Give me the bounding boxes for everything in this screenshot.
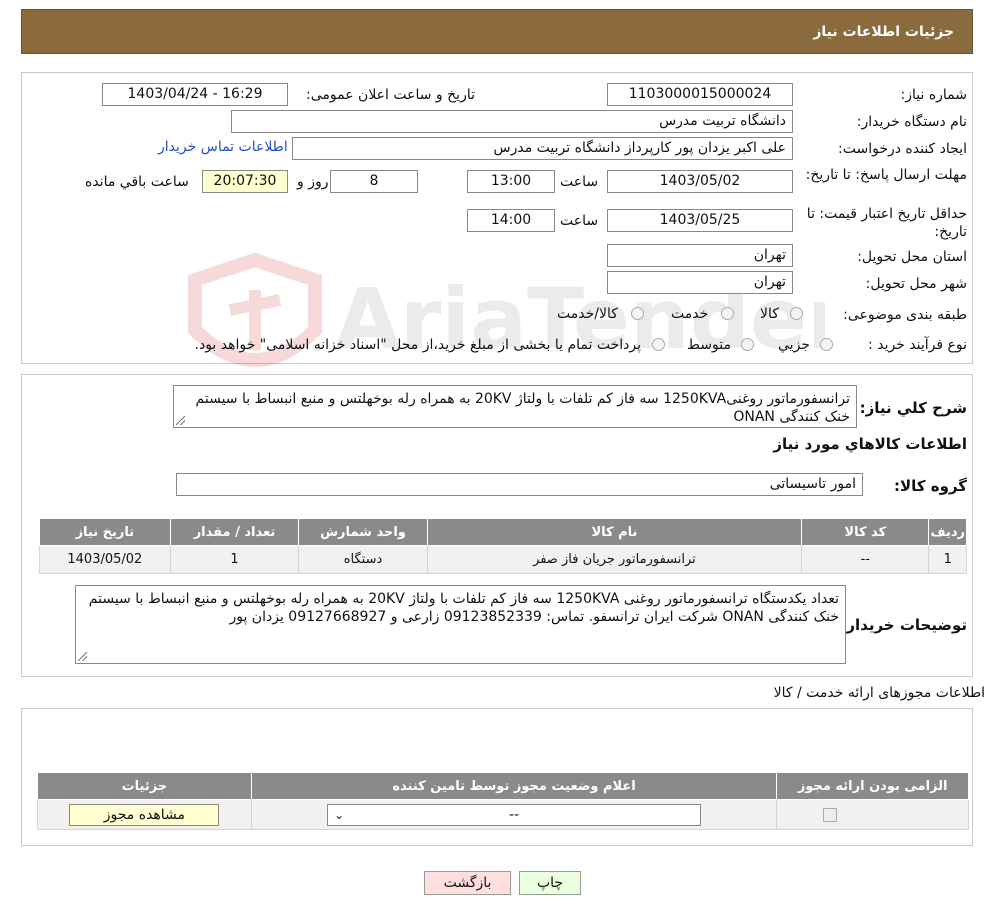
process-option-medium: متوسط: [687, 337, 731, 353]
deadline-time-field: 13:00: [467, 170, 555, 193]
goods-cell-row-number: 1: [928, 545, 967, 574]
city-field: تهران: [607, 271, 793, 294]
buyer-org-label: نام دستگاه خریدار:: [856, 114, 967, 130]
permits-heading: اطلاعات مجوزهای ارائه خدمت / کالا: [773, 685, 985, 701]
deadline-label: مهلت ارسال پاسخ: تا تاریخ:: [805, 167, 967, 183]
description-textarea[interactable]: ترانسفورماتور روغنی1250KVA سه فاز کم تلف…: [173, 385, 857, 428]
days-label: روز و: [297, 174, 329, 190]
deadline-time-label: ساعت: [560, 174, 599, 190]
chevron-down-icon: ⌄: [334, 807, 345, 822]
goods-header-need-date: تاریخ نیاز: [39, 518, 171, 546]
validity-time-field: 14:00: [467, 209, 555, 232]
goods-group-label: گروه کالا:: [894, 477, 967, 495]
permits-header-status: اعلام وضعیت مجوز توسط تامین کننده: [250, 772, 778, 800]
table-row: 1 -- ترانسفورماتور جریان فاز صفر دستگاه …: [39, 545, 967, 574]
goods-header-row-number: رديف: [928, 518, 967, 546]
province-field: تهران: [607, 244, 793, 267]
back-button[interactable]: بازگشت: [424, 871, 511, 895]
validity-date-field: 1403/05/25: [607, 209, 793, 232]
resize-grip-icon[interactable]: [78, 652, 87, 661]
description-label: شرح کلي نياز:: [859, 399, 967, 417]
goods-heading: اطلاعات کالاهاي مورد نياز: [773, 435, 967, 453]
goods-header-code: کد کالا: [801, 518, 930, 546]
table-row: -- ⌄ مشاهده مجوز: [37, 799, 969, 830]
category-radio-goods[interactable]: [790, 307, 803, 320]
permits-header-required: الزامی بودن ارائه مجوز: [776, 772, 969, 800]
goods-table: رديف کد کالا نام کالا واحد شمارش تعداد /…: [39, 518, 967, 574]
process-radio-medium[interactable]: [741, 338, 754, 351]
goods-header-quantity: تعداد / مقدار: [169, 518, 300, 546]
goods-cell-quantity: 1: [169, 545, 300, 574]
category-radio-goods-service[interactable]: [631, 307, 644, 320]
city-label: شهر محل تحویل:: [865, 276, 967, 292]
category-label: طبقه بندی موضوعی:: [843, 307, 967, 323]
permits-cell-required: [776, 799, 969, 830]
required-checkbox[interactable]: [822, 807, 837, 822]
goods-cell-need-date: 1403/05/02: [39, 545, 171, 574]
remaining-time-field: 20:07:30: [202, 170, 288, 193]
goods-header-name: نام کالا: [426, 518, 803, 546]
category-option-service: خدمت: [671, 306, 709, 322]
permits-cell-status: -- ⌄: [250, 799, 778, 830]
description-text: ترانسفورماتور روغنی1250KVA سه فاز کم تلف…: [195, 391, 850, 425]
announce-field: 1403/04/24 - 16:29: [102, 83, 288, 106]
remaining-label: ساعت باقي مانده: [85, 174, 189, 190]
announce-label: تاریخ و ساعت اعلان عمومی:: [306, 87, 475, 103]
creator-field: علی اکبر یزدان پور کارپرداز دانشگاه تربی…: [292, 137, 793, 160]
need-number-field: 1103000015000024: [607, 83, 793, 106]
goods-header-unit: واحد شمارش: [298, 518, 428, 546]
permits-cell-details: مشاهده مجوز: [37, 799, 252, 830]
buyer-notes-label: توضيحات خريدار:: [840, 616, 967, 634]
goods-cell-code: --: [801, 545, 930, 574]
validity-label: حداقل تاریخ اعتبار قیمت: تا تاریخ:: [806, 206, 967, 240]
process-label: نوع فرآیند خرید :: [868, 337, 967, 353]
process-note: پرداخت تمام یا بخشی از مبلغ خرید،از محل …: [194, 337, 641, 353]
process-radio-treasury[interactable]: [652, 338, 665, 351]
goods-cell-name: ترانسفورماتور جریان فاز صفر: [426, 545, 803, 574]
permits-table: الزامی بودن ارائه مجوز اعلام وضعیت مجوز …: [37, 772, 969, 830]
permit-status-select[interactable]: -- ⌄: [327, 803, 702, 826]
page-title: جزئیات اطلاعات نیاز: [21, 9, 973, 54]
days-field: 8: [330, 170, 418, 193]
creator-label: ایجاد کننده درخواست:: [838, 141, 967, 157]
permit-status-value: --: [509, 806, 520, 823]
category-option-goods: کالا: [760, 306, 779, 322]
process-radio-minor[interactable]: [820, 338, 833, 351]
goods-cell-unit: دستگاه: [298, 545, 428, 574]
category-option-goods-service: کالا/خدمت: [557, 306, 618, 322]
resize-grip-icon[interactable]: [176, 416, 185, 425]
validity-time-label: ساعت: [560, 213, 599, 229]
goods-group-field: امور تاسیساتی: [176, 473, 863, 496]
deadline-date-field: 1403/05/02: [607, 170, 793, 193]
permits-header-details: جزئیات: [37, 772, 252, 800]
buyer-contact-link[interactable]: اطلاعات تماس خریدار: [158, 139, 288, 155]
print-button[interactable]: چاپ: [519, 871, 581, 895]
buyer-notes-textarea[interactable]: تعداد یکدستگاه ترانسفورماتور روغنی 1250K…: [75, 585, 846, 664]
buyer-org-field: دانشگاه تربیت مدرس: [231, 110, 793, 133]
category-radio-service[interactable]: [721, 307, 734, 320]
buyer-notes-text: تعداد یکدستگاه ترانسفورماتور روغنی 1250K…: [88, 591, 839, 625]
view-permit-button[interactable]: مشاهده مجوز: [69, 803, 220, 826]
need-number-label: شماره نیاز:: [900, 87, 968, 103]
province-label: استان محل تحویل:: [857, 249, 967, 265]
process-option-minor: جزیي: [778, 337, 810, 353]
